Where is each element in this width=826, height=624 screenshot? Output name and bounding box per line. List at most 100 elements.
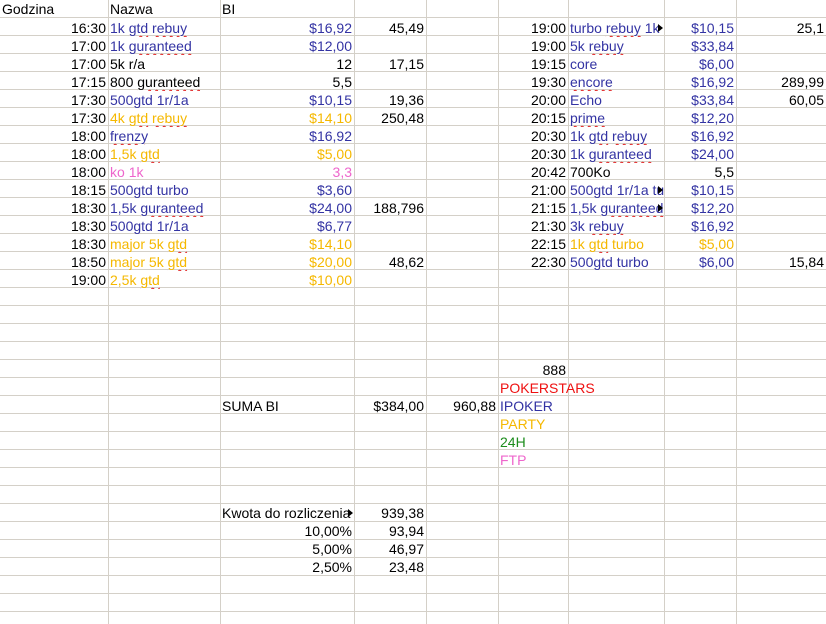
- start-time[interactable]: 21:30: [498, 217, 568, 235]
- buy-in-value[interactable]: $12,20: [664, 199, 736, 217]
- tournament-name[interactable]: 800 guranteed: [108, 73, 220, 91]
- result-value[interactable]: 15,84: [736, 253, 826, 271]
- start-time[interactable]: 17:00: [0, 55, 108, 73]
- percent-amount[interactable]: 93,94: [354, 522, 426, 540]
- start-time[interactable]: 19:00: [0, 271, 108, 289]
- tournament-name[interactable]: 500gtd 1r/1a: [108, 217, 220, 235]
- start-time[interactable]: 17:15: [0, 73, 108, 91]
- start-time[interactable]: 20:00: [498, 91, 568, 109]
- tournament-name[interactable]: 1,5k gtd: [108, 145, 220, 163]
- buy-in-value[interactable]: 12: [220, 55, 354, 73]
- result-value[interactable]: [736, 217, 826, 235]
- result-value[interactable]: [354, 127, 426, 145]
- result-value[interactable]: [354, 235, 426, 253]
- result-value[interactable]: 250,48: [354, 109, 426, 127]
- tournament-name[interactable]: 700Ko: [568, 163, 664, 181]
- suma-total-value[interactable]: 960,88: [426, 397, 498, 415]
- tournament-name[interactable]: 500gtd turbo: [568, 253, 664, 271]
- tournament-name[interactable]: 4k gtd rebuy: [108, 109, 220, 127]
- tournament-name[interactable]: 1k guranteed: [568, 145, 664, 163]
- legend-ipoker[interactable]: IPOKER: [498, 397, 658, 415]
- buy-in-value[interactable]: $5,00: [220, 145, 354, 163]
- result-value[interactable]: 45,49: [354, 19, 426, 37]
- start-time[interactable]: 19:15: [498, 55, 568, 73]
- buy-in-value[interactable]: 5,5: [220, 73, 354, 91]
- buy-in-value[interactable]: $16,92: [220, 127, 354, 145]
- result-value[interactable]: [736, 127, 826, 145]
- buy-in-value[interactable]: $16,92: [664, 127, 736, 145]
- buy-in-value[interactable]: $14,10: [220, 235, 354, 253]
- start-time[interactable]: 18:15: [0, 181, 108, 199]
- result-value[interactable]: [736, 145, 826, 163]
- start-time[interactable]: 18:00: [0, 145, 108, 163]
- result-value[interactable]: 289,99: [736, 73, 826, 91]
- buy-in-value[interactable]: $16,92: [664, 73, 736, 91]
- buy-in-value[interactable]: $6,77: [220, 217, 354, 235]
- buy-in-value[interactable]: $16,92: [664, 217, 736, 235]
- buy-in-value[interactable]: $12,00: [220, 37, 354, 55]
- result-value[interactable]: [354, 217, 426, 235]
- start-time[interactable]: 18:30: [0, 217, 108, 235]
- tournament-name[interactable]: Echo: [568, 91, 664, 109]
- result-value[interactable]: 19,36: [354, 91, 426, 109]
- buy-in-value[interactable]: $24,00: [220, 199, 354, 217]
- percent-amount[interactable]: 46,97: [354, 540, 426, 558]
- buy-in-value[interactable]: $33,84: [664, 91, 736, 109]
- result-value[interactable]: [354, 181, 426, 199]
- header-bi[interactable]: BI: [220, 0, 354, 18]
- start-time[interactable]: 18:30: [0, 199, 108, 217]
- buy-in-value[interactable]: $10,15: [220, 91, 354, 109]
- legend-party[interactable]: PARTY: [498, 415, 658, 433]
- buy-in-value[interactable]: $24,00: [664, 145, 736, 163]
- result-value[interactable]: 17,15: [354, 55, 426, 73]
- start-time[interactable]: 22:15: [498, 235, 568, 253]
- start-time[interactable]: 17:00: [0, 37, 108, 55]
- percent-rate[interactable]: 2,50%: [220, 558, 354, 576]
- buy-in-value[interactable]: $5,00: [664, 235, 736, 253]
- buy-in-value[interactable]: $16,92: [220, 19, 354, 37]
- result-value[interactable]: [736, 235, 826, 253]
- result-value[interactable]: 48,62: [354, 253, 426, 271]
- result-value[interactable]: [736, 181, 826, 199]
- buy-in-value[interactable]: 5,5: [664, 163, 736, 181]
- start-time[interactable]: 17:30: [0, 109, 108, 127]
- result-value[interactable]: [354, 145, 426, 163]
- legend-pokerstars[interactable]: POKERSTARS: [498, 379, 658, 397]
- tournament-name[interactable]: core: [568, 55, 664, 73]
- tournament-name[interactable]: 500gtd 1r/1a turbo: [568, 181, 664, 199]
- tournament-name[interactable]: frenzy: [108, 127, 220, 145]
- suma-bi-label[interactable]: SUMA BI: [220, 397, 354, 415]
- tournament-name[interactable]: 1k gtd rebuy: [568, 127, 664, 145]
- tournament-name[interactable]: 3k rebuy: [568, 217, 664, 235]
- result-value[interactable]: [354, 73, 426, 91]
- start-time[interactable]: 19:30: [498, 73, 568, 91]
- tournament-name[interactable]: 500gtd 1r/1a: [108, 91, 220, 109]
- tournament-name[interactable]: ko 1k: [108, 163, 220, 181]
- percent-rate[interactable]: 10,00%: [220, 522, 354, 540]
- percent-amount[interactable]: 23,48: [354, 558, 426, 576]
- kwota-value[interactable]: 939,38: [354, 504, 426, 522]
- buy-in-value[interactable]: $3,60: [220, 181, 354, 199]
- start-time[interactable]: 20:30: [498, 145, 568, 163]
- legend-ftp[interactable]: FTP: [498, 451, 658, 469]
- start-time[interactable]: 22:30: [498, 253, 568, 271]
- percent-rate[interactable]: 5,00%: [220, 540, 354, 558]
- start-time[interactable]: 20:42: [498, 163, 568, 181]
- result-value[interactable]: 60,05: [736, 91, 826, 109]
- tournament-name[interactable]: 5k rebuy: [568, 37, 664, 55]
- tournament-name[interactable]: 1k gtd turbo: [568, 235, 664, 253]
- tournament-name[interactable]: 1k guranteed: [108, 37, 220, 55]
- tournament-name[interactable]: major 5k gtd: [108, 253, 220, 271]
- tournament-name[interactable]: encore: [568, 73, 664, 91]
- start-time[interactable]: 21:15: [498, 199, 568, 217]
- start-time[interactable]: 19:00: [498, 19, 568, 37]
- tournament-name[interactable]: turbo rebuy 1k: [568, 19, 664, 37]
- buy-in-value[interactable]: $12,20: [664, 109, 736, 127]
- tournament-name[interactable]: 1,5k guranteed: [108, 199, 220, 217]
- start-time[interactable]: 18:30: [0, 235, 108, 253]
- buy-in-value[interactable]: $14,10: [220, 109, 354, 127]
- start-time[interactable]: 18:00: [0, 127, 108, 145]
- tournament-name[interactable]: 1,5k guranteed: [568, 199, 664, 217]
- result-value[interactable]: [736, 55, 826, 73]
- tournament-name[interactable]: 1k gtd rebuy: [108, 19, 220, 37]
